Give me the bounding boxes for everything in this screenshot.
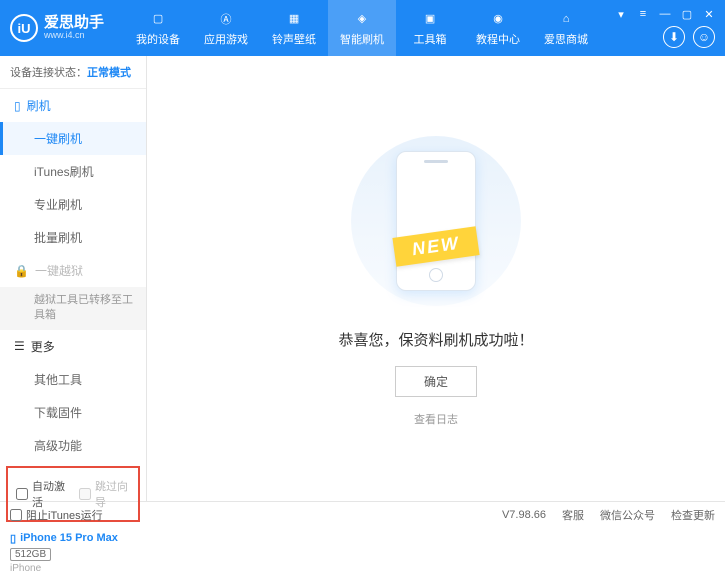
logo-icon: iU xyxy=(10,14,38,42)
apps-icon: Ⓐ xyxy=(217,10,235,28)
sidebar-item-download[interactable]: 下载固件 xyxy=(0,396,146,429)
success-illustration: NEW xyxy=(346,131,526,311)
nav-store[interactable]: ⌂爱思商城 xyxy=(532,0,600,56)
wechat-link[interactable]: 微信公众号 xyxy=(600,507,655,523)
device-icon: ▢ xyxy=(149,10,167,28)
sidebar-jailbreak-note: 越狱工具已转移至工具箱 xyxy=(0,287,146,330)
update-link[interactable]: 检查更新 xyxy=(671,507,715,523)
support-link[interactable]: 客服 xyxy=(562,507,584,523)
close-icon[interactable]: ✕ xyxy=(701,6,717,22)
more-icon: ☰ xyxy=(14,339,25,353)
sidebar-item-oneclick[interactable]: 一键刷机 xyxy=(0,122,146,155)
user-button[interactable]: ☺ xyxy=(693,26,715,48)
app-header: iU 爱思助手 www.i4.cn ▢我的设备 Ⓐ应用游戏 ▦铃声壁纸 ◈智能刷… xyxy=(0,0,725,56)
storage-badge: 512GB xyxy=(10,548,51,561)
nav-apps[interactable]: Ⓐ应用游戏 xyxy=(192,0,260,56)
flash-icon: ◈ xyxy=(353,10,371,28)
sidebar-item-pro[interactable]: 专业刷机 xyxy=(0,188,146,221)
store-icon: ⌂ xyxy=(557,10,575,28)
sidebar-item-advanced[interactable]: 高级功能 xyxy=(0,429,146,462)
sidebar-item-itunes[interactable]: iTunes刷机 xyxy=(0,155,146,188)
device-model: iPhone xyxy=(10,563,136,574)
flash-section-icon: ▯ xyxy=(14,99,21,113)
sidebar-item-other[interactable]: 其他工具 xyxy=(0,363,146,396)
settings-icon[interactable]: ≡ xyxy=(635,6,651,22)
connection-status: 设备连接状态：正常模式 xyxy=(0,56,146,89)
nav-wallpaper[interactable]: ▦铃声壁纸 xyxy=(260,0,328,56)
device-info: ▯iPhone 15 Pro Max 512GB iPhone xyxy=(0,526,146,580)
nav-my-device[interactable]: ▢我的设备 xyxy=(124,0,192,56)
nav-flash[interactable]: ◈智能刷机 xyxy=(328,0,396,56)
window-controls: ▾ ≡ ― ▢ ✕ xyxy=(613,6,717,22)
app-url: www.i4.cn xyxy=(44,31,104,41)
main-nav: ▢我的设备 Ⓐ应用游戏 ▦铃声壁纸 ◈智能刷机 ▣工具箱 ◉教程中心 ⌂爱思商城 xyxy=(124,0,600,56)
sidebar-item-batch[interactable]: 批量刷机 xyxy=(0,221,146,254)
skip-guide-checkbox[interactable]: 跳过向导 xyxy=(79,478,130,510)
sidebar-jailbreak-header: 🔒一键越狱 xyxy=(0,254,146,287)
tutorial-icon: ◉ xyxy=(489,10,507,28)
menu-icon[interactable]: ▾ xyxy=(613,6,629,22)
sidebar: 设备连接状态：正常模式 ▯刷机 一键刷机 iTunes刷机 专业刷机 批量刷机 … xyxy=(0,56,147,501)
logo: iU 爱思助手 www.i4.cn xyxy=(10,14,104,42)
maximize-icon[interactable]: ▢ xyxy=(679,6,695,22)
app-title: 爱思助手 xyxy=(44,15,104,32)
main-content: NEW 恭喜您，保资料刷机成功啦！ 确定 查看日志 xyxy=(147,56,725,501)
version-label: V7.98.66 xyxy=(502,509,546,521)
wallpaper-icon: ▦ xyxy=(285,10,303,28)
sidebar-flash-header[interactable]: ▯刷机 xyxy=(0,89,146,122)
download-button[interactable]: ⬇ xyxy=(663,26,685,48)
phone-icon: ▯ xyxy=(10,532,16,545)
sidebar-more-header[interactable]: ☰更多 xyxy=(0,330,146,363)
minimize-icon[interactable]: ― xyxy=(657,6,673,22)
success-message: 恭喜您，保资料刷机成功啦！ xyxy=(338,329,533,350)
ok-button[interactable]: 确定 xyxy=(395,366,477,397)
nav-tutorial[interactable]: ◉教程中心 xyxy=(464,0,532,56)
toolbox-icon: ▣ xyxy=(421,10,439,28)
device-name[interactable]: ▯iPhone 15 Pro Max xyxy=(10,532,136,545)
view-log-link[interactable]: 查看日志 xyxy=(414,411,458,427)
lock-icon: 🔒 xyxy=(14,264,29,278)
auto-activate-checkbox[interactable]: 自动激活 xyxy=(16,478,67,510)
nav-toolbox[interactable]: ▣工具箱 xyxy=(396,0,464,56)
block-itunes-checkbox[interactable]: 阻止iTunes运行 xyxy=(10,507,103,523)
